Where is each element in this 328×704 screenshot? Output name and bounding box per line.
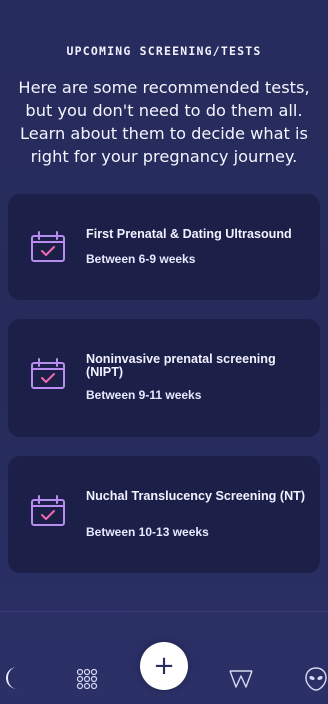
grid-icon [76,668,98,690]
test-card-nt[interactable]: Nuchal Translucency Screening (NT) Betwe… [8,456,320,573]
w-logo-icon [229,670,253,688]
test-card-first-ultrasound[interactable]: First Prenatal & Dating Ultrasound Betwe… [8,194,320,300]
calendar-check-icon [31,358,65,389]
nav-alien-button[interactable] [304,666,328,692]
test-title: Nuchal Translucency Screening (NT) [86,489,306,503]
test-title: Noninvasive prenatal screening (NIPT) [86,352,276,379]
test-timing: Between 10-13 weeks [86,525,209,539]
calendar-check-icon [31,231,65,262]
nav-moon-button[interactable] [0,664,24,692]
intro-text: Here are some recommended tests, but you… [18,78,310,166]
bottom-nav: + [0,612,328,704]
test-timing: Between 6-9 weeks [86,252,196,266]
test-timing: Between 9-11 weeks [86,388,202,402]
test-title: First Prenatal & Dating Ultrasound [86,227,292,241]
moon-icon [6,667,17,689]
test-card-nipt[interactable]: Noninvasive prenatal screening (NIPT) Be… [8,319,320,437]
section-title: UPCOMING SCREENING/TESTS [66,44,262,58]
alien-icon [305,667,327,691]
nav-w-button[interactable] [228,668,254,690]
plus-icon: + [153,651,175,681]
screen: UPCOMING SCREENING/TESTS Here are some r… [0,0,328,704]
calendar-check-icon [31,495,65,526]
nav-grid-button[interactable] [76,668,98,690]
add-button[interactable]: + [140,642,188,690]
